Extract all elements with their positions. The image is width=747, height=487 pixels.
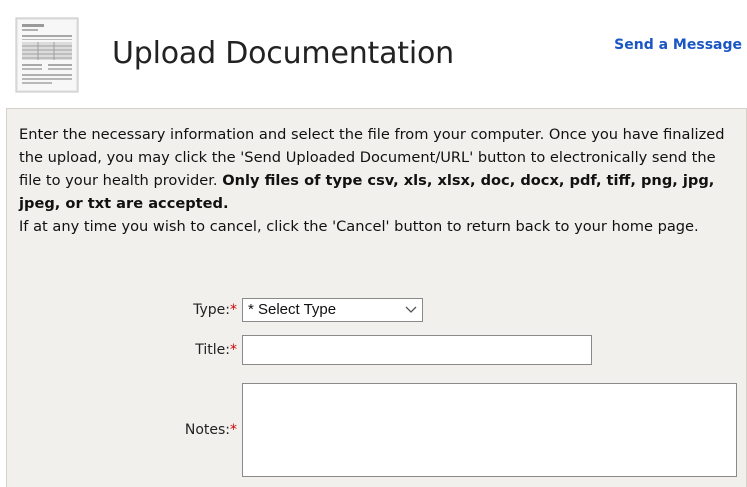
title-input[interactable] xyxy=(242,335,592,365)
notes-textarea[interactable] xyxy=(242,383,737,477)
document-icon xyxy=(15,17,79,93)
page-title: Upload Documentation xyxy=(112,36,454,71)
notes-label: Notes:* xyxy=(184,422,237,438)
upload-form-panel: Enter the necessary information and sele… xyxy=(6,108,747,487)
type-select[interactable]: * Select Type xyxy=(242,298,423,322)
type-label: Type:* xyxy=(193,302,237,318)
required-marker: * xyxy=(230,342,237,358)
upload-documentation-page: Upload Documentation Send a Message Ente… xyxy=(0,0,747,487)
title-label: Title:* xyxy=(195,342,237,358)
send-message-link[interactable]: Send a Message xyxy=(614,37,742,53)
type-select-value: * Select Type xyxy=(248,301,337,318)
chevron-down-icon xyxy=(405,306,417,313)
instructions-part2: If at any time you wish to cancel, click… xyxy=(19,218,699,235)
required-marker: * xyxy=(230,302,237,318)
instructions-text: Enter the necessary information and sele… xyxy=(19,123,741,238)
required-marker: * xyxy=(230,422,237,438)
